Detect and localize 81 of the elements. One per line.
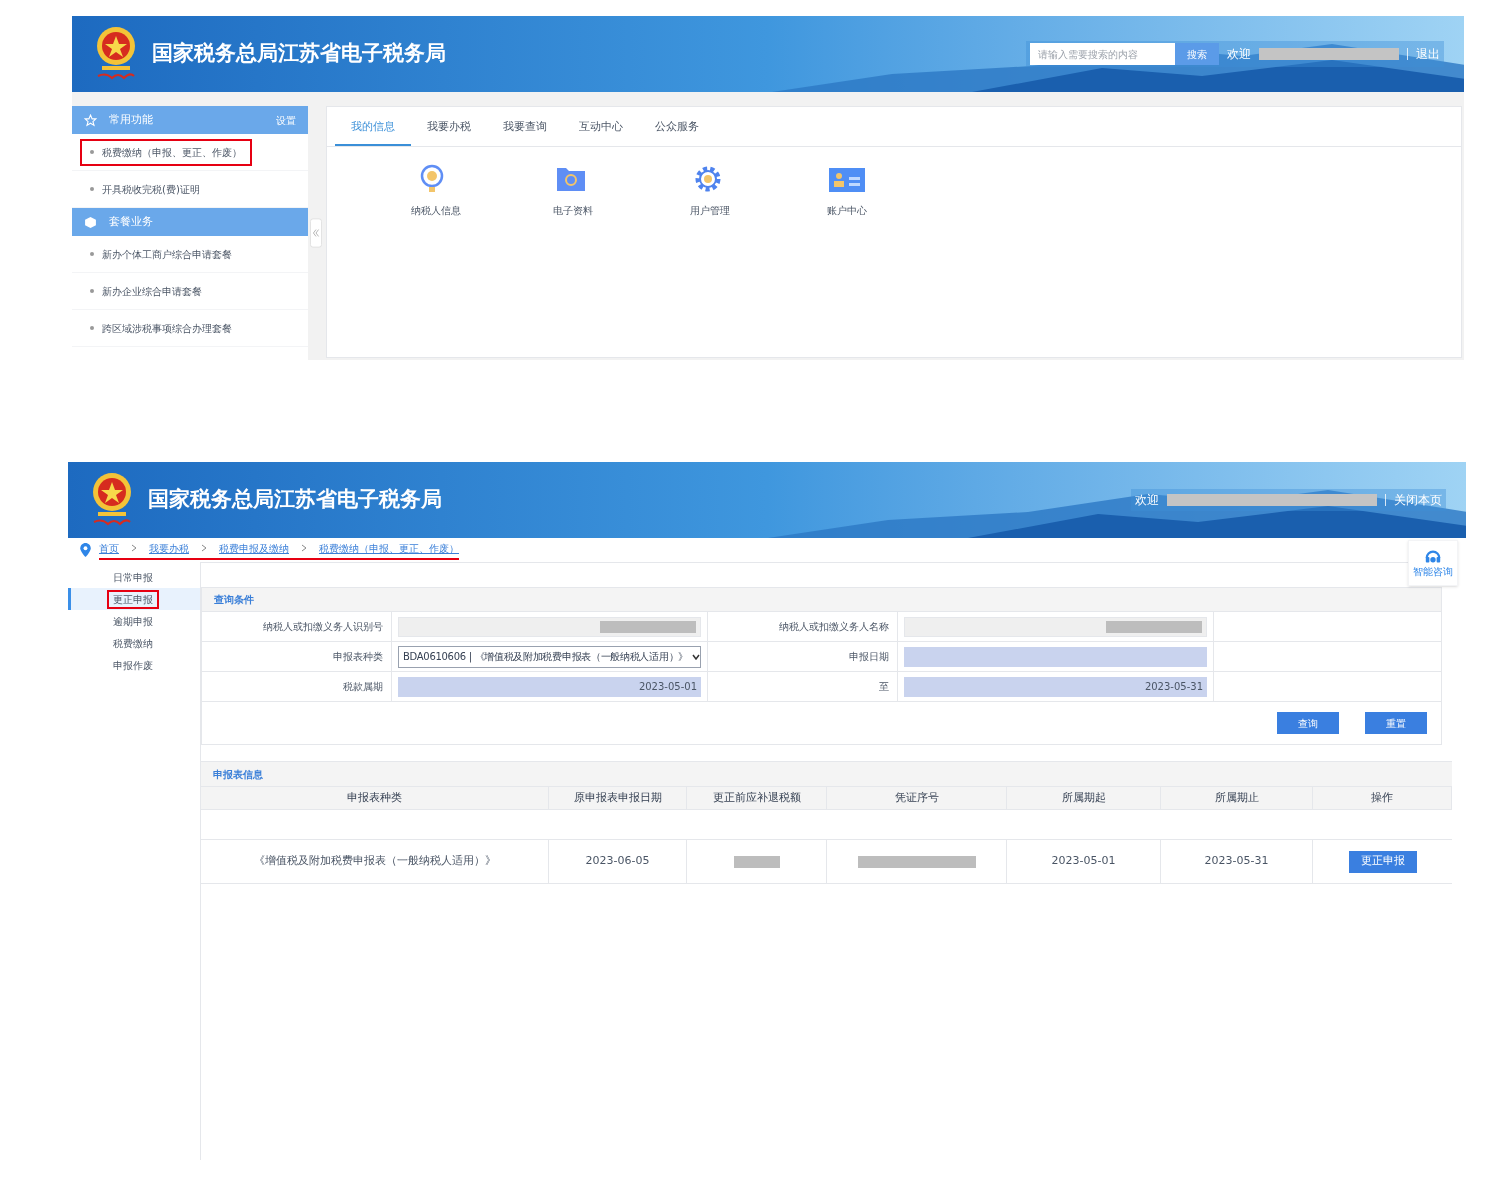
chevron-right-icon: [301, 544, 307, 552]
input-field[interactable]: [904, 646, 1207, 667]
field-label: 纳税人或扣缴义务人识别号: [263, 620, 383, 634]
query-action-button[interactable]: 重置: [1365, 712, 1427, 734]
nav-item[interactable]: 逾期申报: [68, 610, 200, 632]
section-title: 常用功能: [109, 111, 153, 128]
search-field[interactable]: 请输入需要搜索的内容: [1030, 43, 1175, 65]
column-header: 操作: [1371, 789, 1393, 806]
field-label: 税款属期: [343, 680, 383, 694]
tab[interactable]: 我的信息: [335, 111, 411, 146]
bullet-icon: [90, 150, 94, 154]
sidebar-item[interactable]: 税费缴纳（申报、更正、作废）: [80, 138, 252, 166]
sidebar-item-label: 新办个体工商户综合申请套餐: [102, 247, 232, 262]
site-title: 国家税务总局江苏省电子税务局: [148, 486, 442, 514]
chevron-right-icon: [201, 544, 207, 552]
dropdown-value: BDA0610606 | 《增值税及附加税费申报表（一般纳税人适用）》: [403, 650, 688, 664]
site-title: 国家税务总局江苏省电子税务局: [152, 40, 446, 68]
column-header: 申报表种类: [347, 789, 402, 806]
column-header: 更正前应补退税额: [712, 789, 801, 806]
nav-label: 税费缴纳: [112, 636, 154, 651]
sidebar-item-label: 税费缴纳（申报、更正、作废）: [102, 145, 242, 160]
welcome-text: 欢迎: [1227, 46, 1251, 63]
location-pin-icon: [80, 543, 91, 557]
star-icon: [84, 113, 97, 127]
section-title: 套餐业务: [109, 213, 153, 230]
breadcrumb-link[interactable]: 税费申报及缴纳: [219, 540, 289, 556]
nav-item[interactable]: 申报作废: [68, 654, 200, 676]
tab[interactable]: 我要查询: [487, 111, 563, 146]
input-field[interactable]: 2023-05-01: [398, 676, 701, 697]
nav-item[interactable]: 日常申报: [68, 566, 200, 588]
column-header: 所属期止: [1214, 789, 1259, 806]
field-label: 纳税人或扣缴义务人名称: [779, 620, 889, 634]
breadcrumb-link[interactable]: 税费缴纳（申报、更正、作废）: [319, 540, 459, 556]
bullet-icon: [90, 187, 94, 191]
form-type-dropdown[interactable]: BDA0610606 | 《增值税及附加税费申报表（一般纳税人适用）》: [398, 645, 701, 668]
breadcrumb-link[interactable]: 首页: [99, 540, 119, 556]
nav-label: 日常申报: [112, 570, 154, 585]
nav-item[interactable]: 税费缴纳: [68, 632, 200, 654]
chevron-right-icon: [131, 544, 137, 552]
sidebar-item[interactable]: 新办企业综合申请套餐: [80, 277, 212, 305]
nav-label: 更正申报: [107, 589, 159, 609]
nav-label: 申报作废: [112, 658, 154, 673]
field-label: 申报表种类: [333, 650, 383, 664]
nav-item[interactable]: 更正申报: [68, 588, 200, 610]
column-header: 凭证序号: [894, 789, 939, 806]
tab[interactable]: 公众服务: [639, 111, 715, 146]
bullet-icon: [90, 252, 94, 256]
table-cell: 2023-05-31: [1204, 853, 1269, 870]
sidebar-item-label: 开具税收完税(费)证明: [102, 182, 200, 197]
shortcut-link[interactable]: 用户管理: [689, 203, 730, 218]
query-action-button[interactable]: 查询: [1277, 712, 1339, 734]
box-icon: [84, 215, 97, 229]
field-label: 至: [879, 680, 889, 694]
shortcut-link[interactable]: 纳税人信息: [410, 203, 461, 218]
input-field[interactable]: 2023-05-31: [904, 676, 1207, 697]
shortcut-link[interactable]: 账户中心: [826, 203, 867, 218]
caret-icon: [692, 653, 700, 660]
bullet-icon: [90, 289, 94, 293]
column-header: 原申报表申报日期: [573, 789, 662, 806]
sidebar-item-label: 跨区域涉税事项综合办理套餐: [102, 321, 232, 336]
column-header: 所属期起: [1061, 789, 1106, 806]
help-widget[interactable]: 智能咨询: [1408, 540, 1458, 586]
panel-title: 查询条件: [202, 588, 1441, 612]
welcome-text: 欢迎: [1135, 492, 1159, 509]
bullet-icon: [90, 326, 94, 330]
correct-declaration-button[interactable]: 更正申报: [1348, 850, 1417, 873]
tab[interactable]: 互动中心: [563, 111, 639, 146]
help-label: 智能咨询: [1413, 565, 1453, 579]
sidebar-item[interactable]: 开具税收完税(费)证明: [80, 175, 210, 203]
table-cell: 《增值税及附加税费申报表（一般纳税人适用）》: [253, 853, 496, 870]
sidebar-item-label: 新办企业综合申请套餐: [102, 284, 202, 299]
table-cell: 2023-05-01: [1051, 853, 1116, 870]
table-cell: 2023-06-05: [585, 853, 650, 870]
nav-label: 逾期申报: [112, 614, 154, 629]
sidebar-item[interactable]: 新办个体工商户综合申请套餐: [80, 240, 242, 268]
shortcut-link[interactable]: 电子资料: [552, 203, 593, 218]
panel-title: 申报表信息: [201, 762, 1452, 786]
field-label: 申报日期: [849, 650, 889, 664]
sidebar-item[interactable]: 跨区域涉税事项综合办理套餐: [80, 314, 242, 342]
breadcrumb-link[interactable]: 我要办税: [149, 540, 189, 556]
tab[interactable]: 我要办税: [411, 111, 487, 146]
